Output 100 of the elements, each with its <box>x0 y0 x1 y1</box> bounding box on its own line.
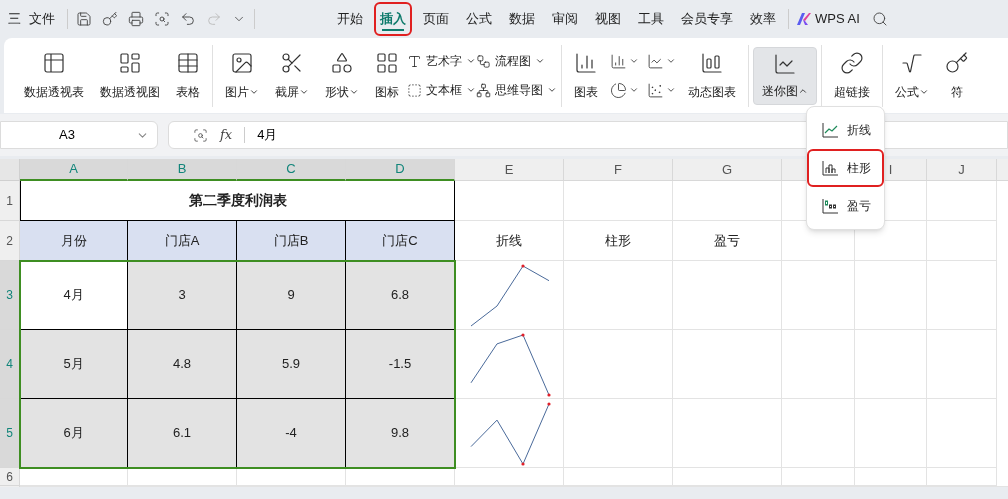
menu-item[interactable]: 盈亏 <box>809 189 882 223</box>
ribbon-tab[interactable]: 公式 <box>462 4 496 34</box>
column-header[interactable]: F <box>564 159 673 181</box>
ribbon-button[interactable]: 截屏 <box>267 46 317 105</box>
file-menu[interactable]: 文件 <box>25 9 59 29</box>
text-box-icon <box>407 82 422 98</box>
key-icon[interactable] <box>102 11 118 27</box>
table-cell[interactable]: 3 <box>128 261 237 330</box>
column-header[interactable]: J <box>927 159 997 181</box>
ribbon-button[interactable]: 形状 <box>317 46 367 105</box>
table-title: 第二季度利润表 <box>20 181 455 221</box>
caret-icon <box>535 56 545 66</box>
ribbon-tab[interactable]: 数据 <box>505 4 539 34</box>
table-header-cell: 门店A <box>128 221 237 261</box>
ribbon-button[interactable]: 动态图表 <box>680 46 744 105</box>
line-chart-icon <box>647 52 664 70</box>
table-cell[interactable]: 5月 <box>20 330 128 399</box>
pivot-table-icon <box>42 50 66 75</box>
ribbon-tab[interactable]: 页面 <box>419 4 453 34</box>
ribbon-tab[interactable]: 插入 <box>376 4 410 34</box>
row-header[interactable]: 1 <box>0 181 20 221</box>
logo-icon <box>797 13 811 25</box>
bar-chart-icon <box>610 52 627 70</box>
ribbon-button[interactable]: 图表 <box>566 46 606 105</box>
print-preview-icon[interactable] <box>154 11 170 27</box>
table-cell[interactable]: 9.8 <box>346 399 455 468</box>
chart-type-button[interactable] <box>647 81 676 99</box>
ribbon-small-button[interactable]: 文本框 <box>407 81 476 99</box>
caret-icon <box>666 56 676 66</box>
table-cell[interactable]: 4.8 <box>128 330 237 399</box>
ribbon-small-button[interactable]: 流程图 <box>476 52 557 70</box>
ribbon-tab[interactable]: 开始 <box>333 4 367 34</box>
ribbon-button[interactable]: 公式 <box>887 46 937 105</box>
caret-icon <box>629 85 639 95</box>
ribbon-small-button[interactable]: 思维导图 <box>476 81 557 99</box>
line-chart-icon <box>821 122 839 138</box>
link-icon <box>840 50 864 75</box>
caret-icon <box>629 56 639 66</box>
table-cell: 盈亏 <box>673 221 782 261</box>
table-cell: 折线 <box>455 221 564 261</box>
table-cell: 柱形 <box>564 221 673 261</box>
print-icon[interactable] <box>128 11 144 27</box>
mind-map-icon <box>476 82 491 98</box>
shapes-icon <box>330 50 354 75</box>
ribbon-tab[interactable]: 审阅 <box>548 4 582 34</box>
table-cell[interactable]: -1.5 <box>346 330 455 399</box>
column-header[interactable]: G <box>673 159 782 181</box>
row-header[interactable]: 6 <box>0 468 20 486</box>
ribbon-button[interactable]: 超链接 <box>826 46 878 105</box>
chart-type-button[interactable] <box>610 52 639 70</box>
table-cell[interactable]: 5.9 <box>237 330 346 399</box>
caret-icon <box>466 56 476 66</box>
pivot-chart-icon <box>118 50 142 75</box>
ribbon-tab[interactable]: 效率 <box>746 4 780 34</box>
table-cell[interactable]: 6.8 <box>346 261 455 330</box>
grid-icon <box>375 50 399 75</box>
chart-type-button[interactable] <box>647 52 676 70</box>
table-header-cell: 门店C <box>346 221 455 261</box>
text-icon <box>407 53 422 69</box>
table-header-cell: 月份 <box>20 221 128 261</box>
ribbon-button[interactable]: 数据透视表 <box>16 46 92 105</box>
table-cell[interactable]: -4 <box>237 399 346 468</box>
table-icon <box>176 50 200 75</box>
ai-button[interactable]: WPS AI <box>797 9 860 29</box>
table-cell[interactable]: 4月 <box>20 261 128 330</box>
ribbon-button[interactable]: 图片 <box>217 46 267 105</box>
ribbon-button[interactable]: 图标 <box>367 46 407 105</box>
caret-icon <box>466 85 476 95</box>
image-icon <box>230 50 254 75</box>
ribbon-small-button[interactable]: 艺术字 <box>407 52 476 70</box>
scatter-chart-icon <box>647 81 664 99</box>
zoom-icon <box>193 127 208 143</box>
row-header[interactable]: 2 <box>0 221 20 261</box>
column-header[interactable] <box>997 159 1008 181</box>
ribbon-tab[interactable]: 工具 <box>634 4 668 34</box>
ribbon-button[interactable]: 表格 <box>168 46 208 105</box>
ribbon-button[interactable]: 数据透视图 <box>92 46 168 105</box>
caret-icon <box>547 85 557 95</box>
undo-icon[interactable] <box>180 11 196 27</box>
bar-chart-icon <box>821 160 839 176</box>
table-cell[interactable]: 9 <box>237 261 346 330</box>
column-header[interactable]: E <box>455 159 564 181</box>
select-all-corner[interactable] <box>0 159 20 181</box>
ribbon-button[interactable]: 符 <box>937 46 977 105</box>
redo-icon[interactable] <box>206 11 222 27</box>
cell-reference: A3 <box>59 126 75 145</box>
search-icon[interactable] <box>871 11 888 27</box>
ribbon-button[interactable]: 迷你图 <box>753 46 817 105</box>
menu-icon[interactable]: 三 <box>4 9 25 29</box>
ribbon-tab[interactable]: 视图 <box>591 4 625 34</box>
chart-type-button[interactable] <box>610 81 639 99</box>
formula-value: 4月 <box>257 126 278 145</box>
table-cell[interactable]: 6.1 <box>128 399 237 468</box>
save-icon[interactable] <box>76 11 92 27</box>
flowchart-icon <box>476 53 491 69</box>
ribbon-tab[interactable]: 会员专享 <box>677 4 737 34</box>
win-loss-chart-icon <box>821 198 839 214</box>
pie-chart-icon <box>610 81 627 99</box>
table-cell[interactable]: 6月 <box>20 399 128 468</box>
name-box[interactable]: A3 <box>0 121 158 149</box>
